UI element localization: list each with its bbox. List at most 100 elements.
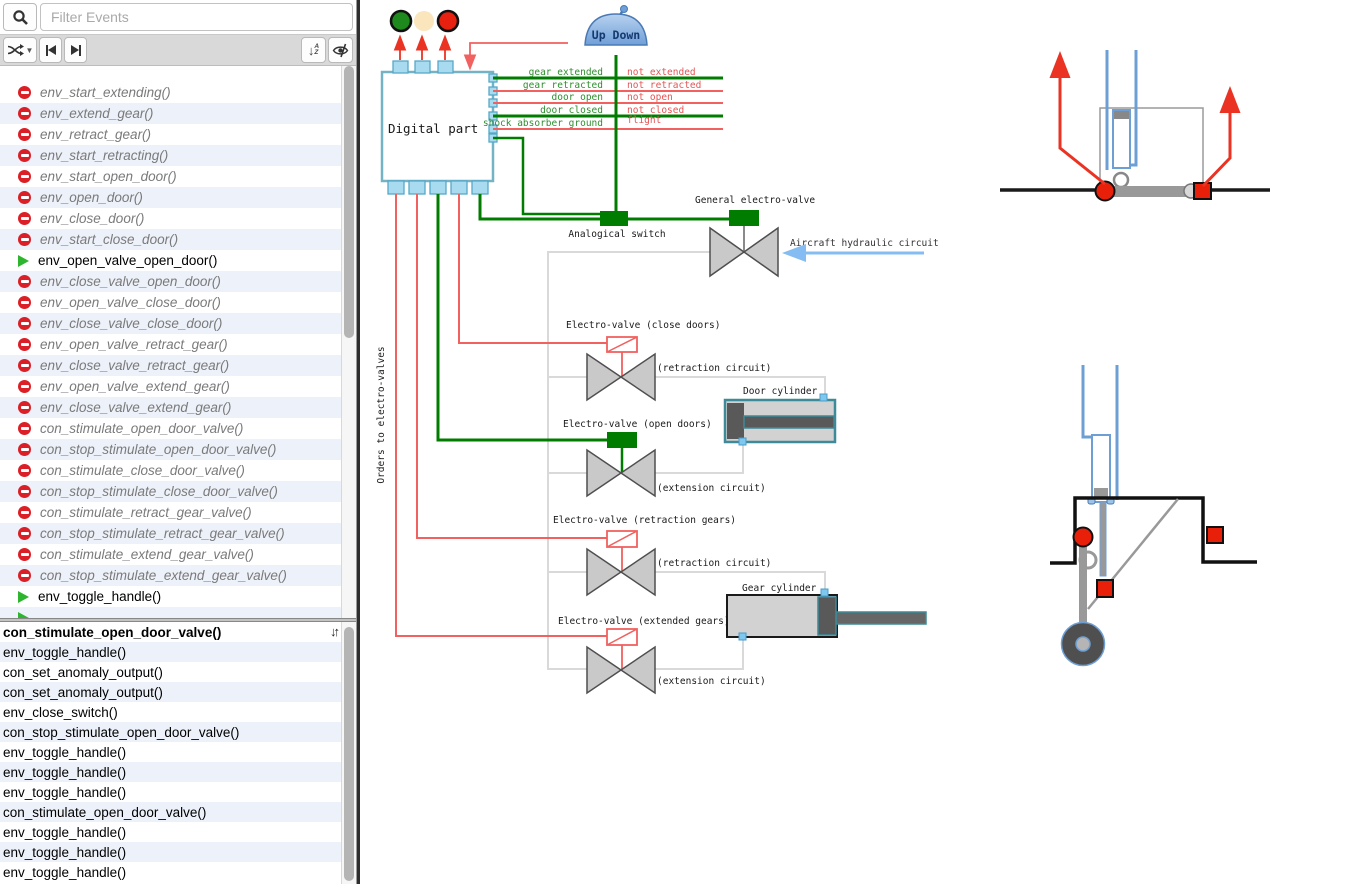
step-forward-button[interactable] <box>64 37 87 63</box>
history-header[interactable]: con_stimulate_open_door_valve()↓↑ <box>0 622 341 642</box>
event-row[interactable] <box>0 607 341 618</box>
circuit-label: (retraction circuit) <box>657 558 771 569</box>
event-row[interactable]: env_close_valve_extend_gear() <box>0 397 341 418</box>
gear-strut <box>1079 540 1087 622</box>
sort-updown-icon[interactable]: ↓↑ <box>330 624 337 639</box>
event-row[interactable]: con_stimulate_close_door_valve() <box>0 460 341 481</box>
history-row[interactable]: env_close_switch() <box>0 702 341 722</box>
handle-label: Up Down <box>592 28 641 42</box>
signal-value: not extended <box>627 67 696 78</box>
disabled-icon <box>18 338 31 351</box>
sort-events-button[interactable]: ↓ AZ <box>301 37 326 63</box>
signal-label: gear extended <box>529 67 603 78</box>
history-scrollbar <box>341 622 356 884</box>
up-down-handle[interactable]: Up Down <box>585 6 647 46</box>
event-row[interactable]: env_open_door() <box>0 187 341 208</box>
history-row[interactable]: env_toggle_handle() <box>0 782 341 802</box>
disabled-icon <box>18 359 31 372</box>
signal-label: door closed <box>540 105 603 116</box>
history-row[interactable]: con_stop_stimulate_open_door_valve() <box>0 722 341 742</box>
disabled-icon <box>18 464 31 477</box>
history-row[interactable]: env_toggle_handle() <box>0 842 341 862</box>
pipe-connector <box>739 438 746 445</box>
valve-label: Electro-valve (close doors) <box>566 320 720 331</box>
disabled-icon <box>18 443 31 456</box>
history-row[interactable]: con_set_anomaly_output() <box>0 682 341 702</box>
filter-events-input[interactable] <box>40 3 353 31</box>
random-execute-button[interactable]: ▼ <box>3 37 37 63</box>
history-scrollbar-thumb[interactable] <box>344 627 354 881</box>
solenoid-stimulated <box>607 432 637 448</box>
events-toolbar: ▼ ↓ AZ <box>0 0 356 66</box>
enabled-icon <box>18 591 29 603</box>
step-back-button[interactable] <box>39 37 62 63</box>
event-row[interactable]: env_retract_gear() <box>0 124 341 145</box>
event-row[interactable]: env_start_open_door() <box>0 166 341 187</box>
landing-gear-diagram: Up Down Digital part gear extended gear … <box>360 0 1345 884</box>
event-row[interactable]: con_stop_stimulate_open_door_valve() <box>0 439 341 460</box>
playback-row: ▼ ↓ AZ <box>0 34 356 66</box>
event-row[interactable]: con_stimulate_extend_gear_valve() <box>0 544 341 565</box>
signal-label: door open <box>552 92 603 103</box>
event-row[interactable]: con_stop_stimulate_retract_gear_valve() <box>0 523 341 544</box>
enabled-icon <box>18 255 29 267</box>
history-row[interactable]: env_toggle_handle() <box>0 642 341 662</box>
events-scrollbar <box>341 66 356 618</box>
event-row[interactable]: env_open_valve_open_door() <box>0 250 341 271</box>
events-scrollbar-thumb[interactable] <box>344 66 354 338</box>
event-row[interactable]: env_close_door() <box>0 208 341 229</box>
signal-label: shock absorber ground <box>483 118 603 129</box>
animation-canvas: Up Down Digital part gear extended gear … <box>360 0 1345 884</box>
pipe-connector <box>739 633 746 640</box>
history-row[interactable]: env_toggle_handle() <box>0 822 341 842</box>
history-row[interactable]: con_stimulate_open_door_valve() <box>0 802 341 822</box>
disabled-icon <box>18 317 31 330</box>
history-row[interactable]: env_toggle_handle() <box>0 742 341 762</box>
event-row[interactable]: env_toggle_handle() <box>0 586 341 607</box>
cylinder-label: Gear cylinder <box>742 583 817 594</box>
event-row[interactable]: con_stop_stimulate_close_door_valve() <box>0 481 341 502</box>
hydraulic-label: Aircraft hydraulic circuit <box>790 238 939 249</box>
disabled-icon <box>18 569 31 582</box>
anomaly-light <box>438 11 458 31</box>
history-row[interactable]: env_toggle_handle() <box>0 762 341 782</box>
cylinder-label: Door cylinder <box>743 386 818 397</box>
disabled-icon <box>18 170 31 183</box>
event-row[interactable]: env_start_extending() <box>0 82 341 103</box>
history-row[interactable]: env_toggle_handle() <box>0 862 341 882</box>
event-row[interactable]: con_stimulate_retract_gear_valve() <box>0 502 341 523</box>
digital-part-label: Digital part <box>388 121 478 136</box>
event-row[interactable]: env_open_valve_extend_gear() <box>0 376 341 397</box>
disabled-icon <box>18 527 31 540</box>
disabled-icon <box>18 296 31 309</box>
search-button[interactable] <box>3 3 37 31</box>
gear-extended-view <box>1050 365 1257 666</box>
gears-locked-light <box>391 11 411 31</box>
event-row[interactable]: con_stimulate_open_door_valve() <box>0 418 341 439</box>
event-row[interactable]: env_close_valve_retract_gear() <box>0 355 341 376</box>
event-row[interactable]: env_extend_gear() <box>0 103 341 124</box>
disabled-icon <box>18 233 31 246</box>
disabled-icon <box>18 86 31 99</box>
event-row[interactable]: env_start_close_door() <box>0 229 341 250</box>
event-row[interactable]: con_stop_stimulate_extend_gear_valve() <box>0 565 341 586</box>
history-row[interactable]: con_set_anomaly_output() <box>0 662 341 682</box>
chevron-down-icon: ▼ <box>26 46 34 55</box>
digital-part: Digital part <box>382 61 497 194</box>
hide-disabled-button[interactable] <box>328 37 353 63</box>
search-icon <box>12 9 29 26</box>
event-row[interactable]: env_close_valve_close_door() <box>0 313 341 334</box>
wheel-hub <box>1076 637 1090 651</box>
event-row[interactable]: env_start_retracting() <box>0 145 341 166</box>
handle-wire <box>470 43 568 67</box>
history-list: con_stimulate_open_door_valve()↓↑ env_to… <box>0 622 341 884</box>
disabled-icon <box>18 212 31 225</box>
signal-value: flight <box>627 115 661 126</box>
switch-label: Analogical switch <box>568 229 665 240</box>
event-row[interactable]: env_open_valve_retract_gear() <box>0 334 341 355</box>
gear-cylinder: Gear cylinder <box>727 583 926 640</box>
general-electro-valve: General electro-valve <box>695 195 815 276</box>
event-row[interactable]: env_open_valve_close_door() <box>0 292 341 313</box>
attachment-ring <box>1114 173 1128 187</box>
event-row[interactable]: env_close_valve_open_door() <box>0 271 341 292</box>
